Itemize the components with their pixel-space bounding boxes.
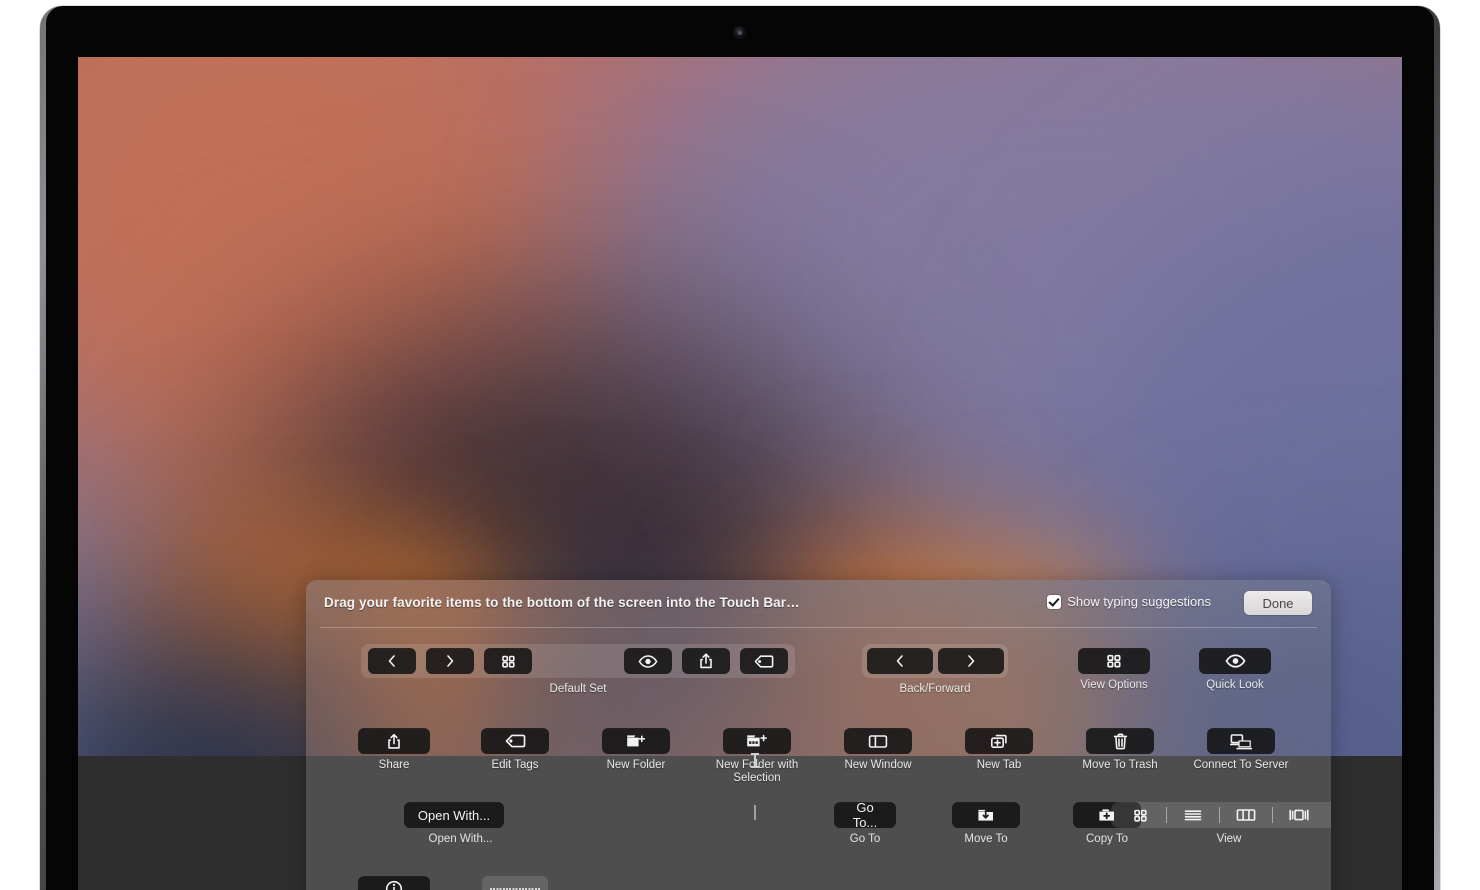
- palette-item-view[interactable]: View: [994, 802, 1331, 846]
- space-button[interactable]: [482, 876, 548, 890]
- palette-item-quick-look[interactable]: Quick Look: [1172, 648, 1298, 692]
- text-cursor-icon: [754, 805, 756, 820]
- palette-item-view-options[interactable]: View Options: [1051, 648, 1177, 692]
- panel-header: Drag your favorite items to the bottom o…: [306, 580, 1331, 628]
- palette-item-back-forward[interactable]: Back/Forward: [862, 644, 1008, 696]
- desktop-screen: Drag your favorite items to the bottom o…: [78, 57, 1402, 890]
- palette-item-open-with[interactable]: Open With... Open With...: [391, 802, 517, 846]
- screenshot-root: Drag your favorite items to the bottom o…: [0, 0, 1480, 890]
- go-to-button[interactable]: Go To...: [834, 800, 896, 830]
- palette-item-new-tab[interactable]: New Tab: [936, 728, 1062, 772]
- palette-item-label: Go To: [849, 833, 881, 845]
- quick-look-button[interactable]: [624, 648, 672, 674]
- edit-tags-button[interactable]: [481, 728, 549, 754]
- palette-item-label: New Tab: [976, 759, 1022, 771]
- palette-item-label: Back/Forward: [899, 683, 971, 695]
- palette-item-label: Connect To Server: [1193, 759, 1289, 771]
- view-segmented-control[interactable]: [1111, 802, 1331, 828]
- share-button[interactable]: [358, 728, 430, 754]
- palette-item-label: New Window: [844, 759, 912, 771]
- palette-item-space[interactable]: Space: [452, 876, 578, 890]
- palette-item-move-to-trash[interactable]: Move To Trash: [1057, 728, 1183, 772]
- move-to-trash-button[interactable]: [1086, 728, 1154, 754]
- forward-button[interactable]: [937, 648, 1004, 674]
- palette-item-get-info[interactable]: Get Info: [331, 876, 457, 890]
- share-button[interactable]: [682, 648, 730, 674]
- flexible-space: [539, 648, 617, 674]
- new-folder-with-selection-button[interactable]: [723, 728, 791, 754]
- palette-item-label: New Folder: [606, 759, 666, 771]
- palette-item-label: New Folder with Selection: [715, 759, 799, 784]
- palette-item-label: Quick Look: [1206, 679, 1264, 691]
- view-as-gallery[interactable]: [1273, 805, 1325, 825]
- view-as-columns[interactable]: [1220, 805, 1272, 825]
- header-divider: [320, 627, 1317, 628]
- get-info-button[interactable]: [358, 876, 430, 890]
- palette-item-share[interactable]: Share: [331, 728, 457, 772]
- palette-item-label: View Options: [1080, 679, 1148, 691]
- new-folder-button[interactable]: [602, 728, 670, 754]
- quick-look-button[interactable]: [1199, 648, 1271, 674]
- panel-title: Drag your favorite items to the bottom o…: [324, 595, 800, 610]
- palette-item-go-to[interactable]: Go To... Go To: [815, 800, 915, 846]
- touch-bar-customize-panel: Drag your favorite items to the bottom o…: [306, 580, 1331, 890]
- palette-item-edit-tags[interactable]: Edit Tags: [452, 728, 578, 772]
- palette-item-new-folder[interactable]: New Folder: [573, 728, 699, 772]
- forward-button[interactable]: [426, 648, 474, 674]
- connect-to-server-button[interactable]: [1207, 728, 1275, 754]
- palette-item-default-set[interactable]: Default Set: [361, 644, 795, 696]
- view-as-list[interactable]: [1167, 805, 1219, 825]
- palette-item-label: Edit Tags: [491, 759, 539, 771]
- palette-item-label: Share: [378, 759, 410, 771]
- view-options-button[interactable]: [484, 648, 532, 674]
- view-as-icons[interactable]: [1114, 805, 1166, 825]
- new-tab-button[interactable]: [965, 728, 1033, 754]
- checkbox-icon[interactable]: [1047, 594, 1062, 609]
- palette-item-label: Default Set: [549, 683, 607, 695]
- edit-tags-button[interactable]: [740, 648, 788, 674]
- palette-item-new-window[interactable]: New Window: [815, 728, 941, 772]
- done-button[interactable]: Done: [1244, 591, 1312, 615]
- palette-item-label: Move To Trash: [1082, 759, 1158, 771]
- back-button[interactable]: [866, 648, 933, 674]
- text-cursor-icon: [751, 753, 759, 768]
- back-forward-group[interactable]: [862, 644, 1008, 678]
- back-button[interactable]: [368, 648, 416, 674]
- camera-lens-dot: [737, 30, 742, 35]
- show-typing-suggestions-label: Show typing suggestions: [1067, 594, 1211, 609]
- palette-item-connect-to-server[interactable]: Connect To Server: [1178, 728, 1304, 772]
- palette-item-label: View: [1216, 833, 1242, 845]
- palette-item-new-folder-with-selection[interactable]: New Folder with Selection: [694, 728, 820, 785]
- open-with-button[interactable]: Open With...: [404, 802, 504, 828]
- view-options-button[interactable]: [1078, 648, 1150, 674]
- palette-item-label: Open With...: [428, 833, 493, 845]
- default-set-group[interactable]: [361, 644, 795, 678]
- show-typing-suggestions-row[interactable]: Show typing suggestions: [1047, 594, 1211, 609]
- new-window-button[interactable]: [844, 728, 912, 754]
